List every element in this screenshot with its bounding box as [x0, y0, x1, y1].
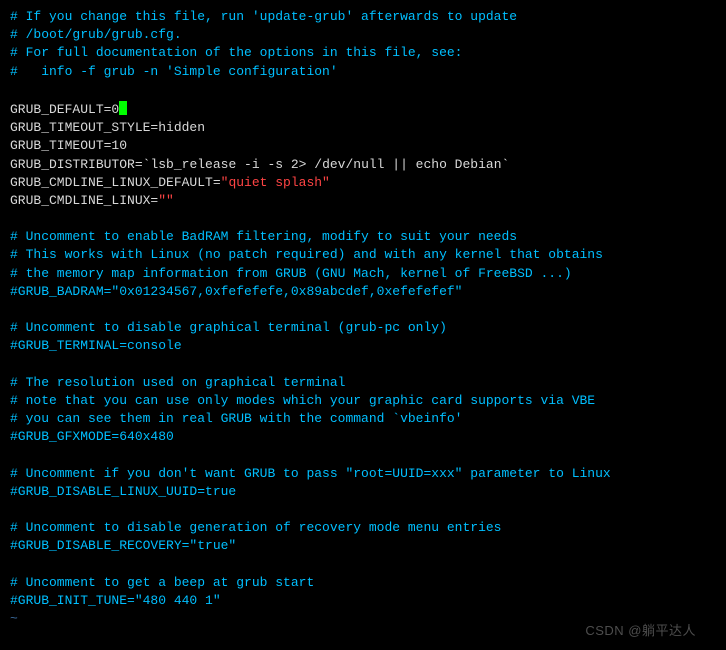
comment-line: # you can see them in real GRUB with the… — [10, 411, 462, 426]
grub-terminal: #GRUB_TERMINAL=console — [10, 338, 182, 353]
cursor-position — [119, 101, 127, 115]
grub-default: GRUB_DEFAULT=0 — [10, 102, 119, 117]
grub-disable-recovery: #GRUB_DISABLE_RECOVERY="true" — [10, 538, 236, 553]
watermark-text: CSDN @躺平达人 — [585, 622, 696, 640]
comment-line: # Uncomment to disable graphical termina… — [10, 320, 447, 335]
grub-distributor-cmd: lsb_release -i -s 2> /dev/null || echo D… — [150, 157, 501, 172]
backtick-close: ` — [502, 157, 510, 172]
comment-line: # note that you can use only modes which… — [10, 393, 595, 408]
comment-line: # Uncomment to disable generation of rec… — [10, 520, 501, 535]
comment-line: # This works with Linux (no patch requir… — [10, 247, 603, 262]
grub-timeout-style: GRUB_TIMEOUT_STYLE=hidden — [10, 120, 205, 135]
grub-gfxmode: #GRUB_GFXMODE=640x480 — [10, 429, 174, 444]
comment-line: # Uncomment to get a beep at grub start — [10, 575, 314, 590]
comment-line: # The resolution used on graphical termi… — [10, 375, 345, 390]
comment-line: # For full documentation of the options … — [10, 45, 462, 60]
grub-cmdline-linux-value: "" — [158, 193, 174, 208]
vim-end-of-buffer-tilde: ~ — [10, 611, 18, 626]
terminal-editor[interactable]: # If you change this file, run 'update-g… — [10, 8, 716, 628]
grub-init-tune: #GRUB_INIT_TUNE="480 440 1" — [10, 593, 221, 608]
grub-cmdline-linux-key: GRUB_CMDLINE_LINUX= — [10, 193, 158, 208]
grub-badram: #GRUB_BADRAM="0x01234567,0xfefefefe,0x89… — [10, 284, 462, 299]
grub-cmdline-default-key: GRUB_CMDLINE_LINUX_DEFAULT= — [10, 175, 221, 190]
grub-disable-uuid: #GRUB_DISABLE_LINUX_UUID=true — [10, 484, 236, 499]
grub-distributor-key: GRUB_DISTRIBUTOR= — [10, 157, 143, 172]
comment-line: # info -f grub -n 'Simple configuration' — [10, 64, 338, 79]
comment-line: # Uncomment if you don't want GRUB to pa… — [10, 466, 611, 481]
comment-line: # the memory map information from GRUB (… — [10, 266, 572, 281]
comment-line: # /boot/grub/grub.cfg. — [10, 27, 182, 42]
grub-timeout: GRUB_TIMEOUT=10 — [10, 138, 127, 153]
comment-line: # If you change this file, run 'update-g… — [10, 9, 517, 24]
comment-line: # Uncomment to enable BadRAM filtering, … — [10, 229, 517, 244]
grub-cmdline-default-value: "quiet splash" — [221, 175, 330, 190]
